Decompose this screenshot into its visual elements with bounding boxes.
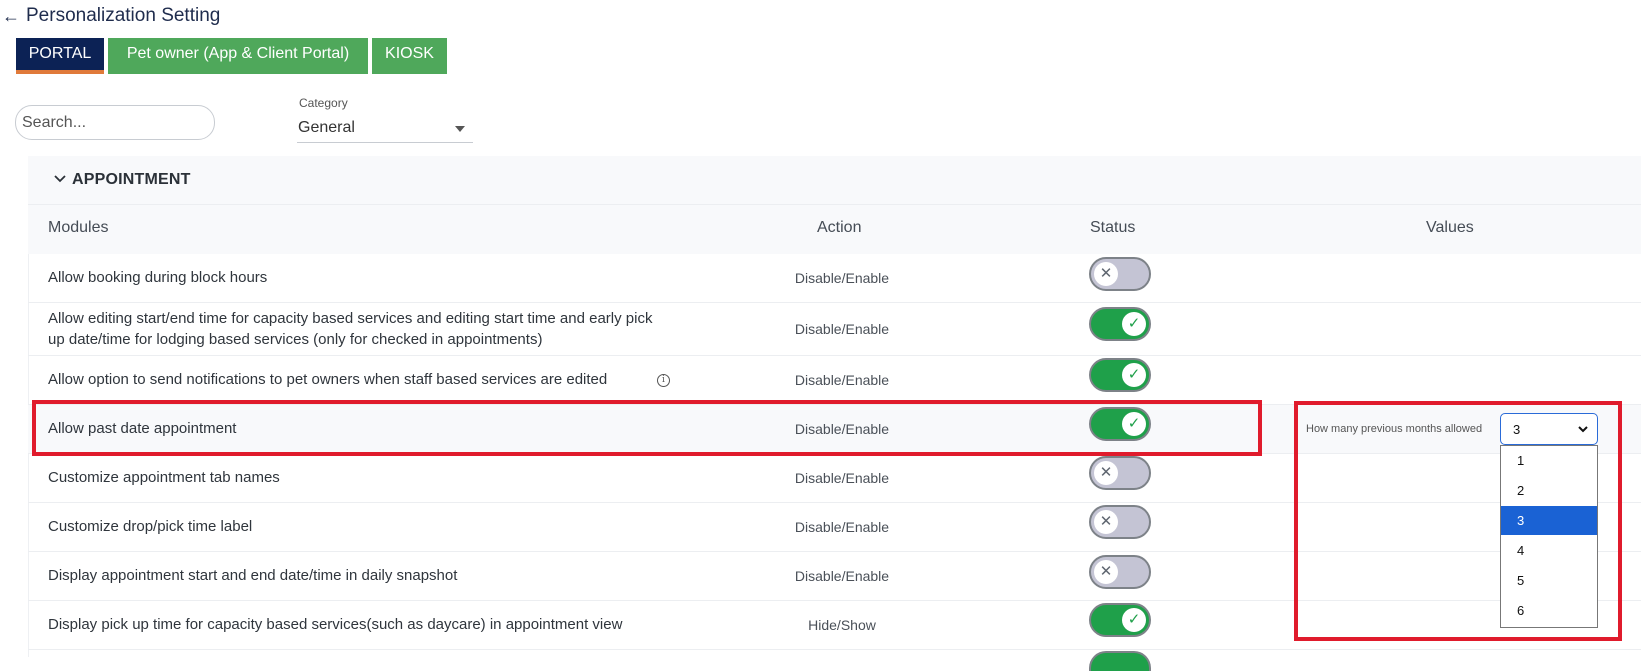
page-title: Personalization Setting: [26, 5, 221, 26]
category-label: Category: [299, 96, 348, 110]
tab-portal[interactable]: PORTAL: [16, 38, 104, 74]
module-name: Allow booking during block hours: [48, 269, 268, 286]
module-name: Display pick up time for capacity based …: [48, 616, 623, 633]
search-input[interactable]: [15, 105, 215, 140]
category-select[interactable]: General: [297, 114, 473, 143]
status-toggle[interactable]: ✕: [1089, 456, 1151, 490]
info-icon[interactable]: i: [657, 374, 670, 387]
section-title: APPOINTMENT: [72, 171, 191, 188]
highlight-box-row: [32, 400, 1262, 456]
chevron-down-icon[interactable]: [52, 171, 68, 187]
action-text: Disable/Enable: [794, 519, 890, 535]
module-name: Customize drop/pick time label: [48, 518, 253, 535]
column-header-values: Values: [1426, 219, 1474, 236]
status-toggle[interactable]: ✓: [1089, 307, 1151, 341]
action-text: Disable/Enable: [794, 372, 890, 388]
highlight-box-values: [1294, 401, 1622, 641]
column-header-modules: Modules: [48, 219, 109, 236]
action-text: Disable/Enable: [794, 568, 890, 584]
category-value: General: [298, 119, 355, 136]
module-name-line2: up date/time for lodging based services …: [48, 331, 543, 348]
toggle-off-icon: ✕: [1094, 461, 1118, 485]
action-text: Hide/Show: [808, 617, 876, 633]
status-toggle[interactable]: [1089, 651, 1151, 671]
toggle-on-icon: ✓: [1122, 608, 1146, 632]
module-name: Customize appointment tab names: [48, 469, 280, 486]
action-text: Disable/Enable: [794, 470, 890, 486]
module-name: Allow option to send notifications to pe…: [48, 371, 608, 388]
toggle-off-icon: ✕: [1094, 262, 1118, 286]
module-name: Display appointment start and end date/t…: [48, 567, 458, 584]
back-arrow-icon[interactable]: ←: [2, 6, 20, 26]
section-header[interactable]: [28, 156, 1641, 205]
status-toggle[interactable]: ✕: [1089, 555, 1151, 589]
action-text: Disable/Enable: [794, 270, 890, 286]
module-name: Allow editing start/end time for capacit…: [48, 310, 653, 327]
toggle-on-icon: ✓: [1122, 312, 1146, 336]
status-toggle[interactable]: ✓: [1089, 358, 1151, 392]
status-toggle[interactable]: ✕: [1089, 505, 1151, 539]
toggle-on-icon: ✓: [1122, 363, 1146, 387]
tab-kiosk[interactable]: KIOSK: [372, 38, 447, 74]
status-toggle[interactable]: ✓: [1089, 603, 1151, 637]
tab-pet-owner[interactable]: Pet owner (App & Client Portal): [108, 38, 368, 74]
action-text: Disable/Enable: [794, 321, 890, 337]
column-header-action: Action: [817, 219, 862, 236]
caret-down-icon: [455, 126, 465, 132]
column-header-status: Status: [1090, 219, 1136, 236]
toggle-off-icon: ✕: [1094, 510, 1118, 534]
toggle-off-icon: ✕: [1094, 560, 1118, 584]
status-toggle[interactable]: ✕: [1089, 257, 1151, 291]
